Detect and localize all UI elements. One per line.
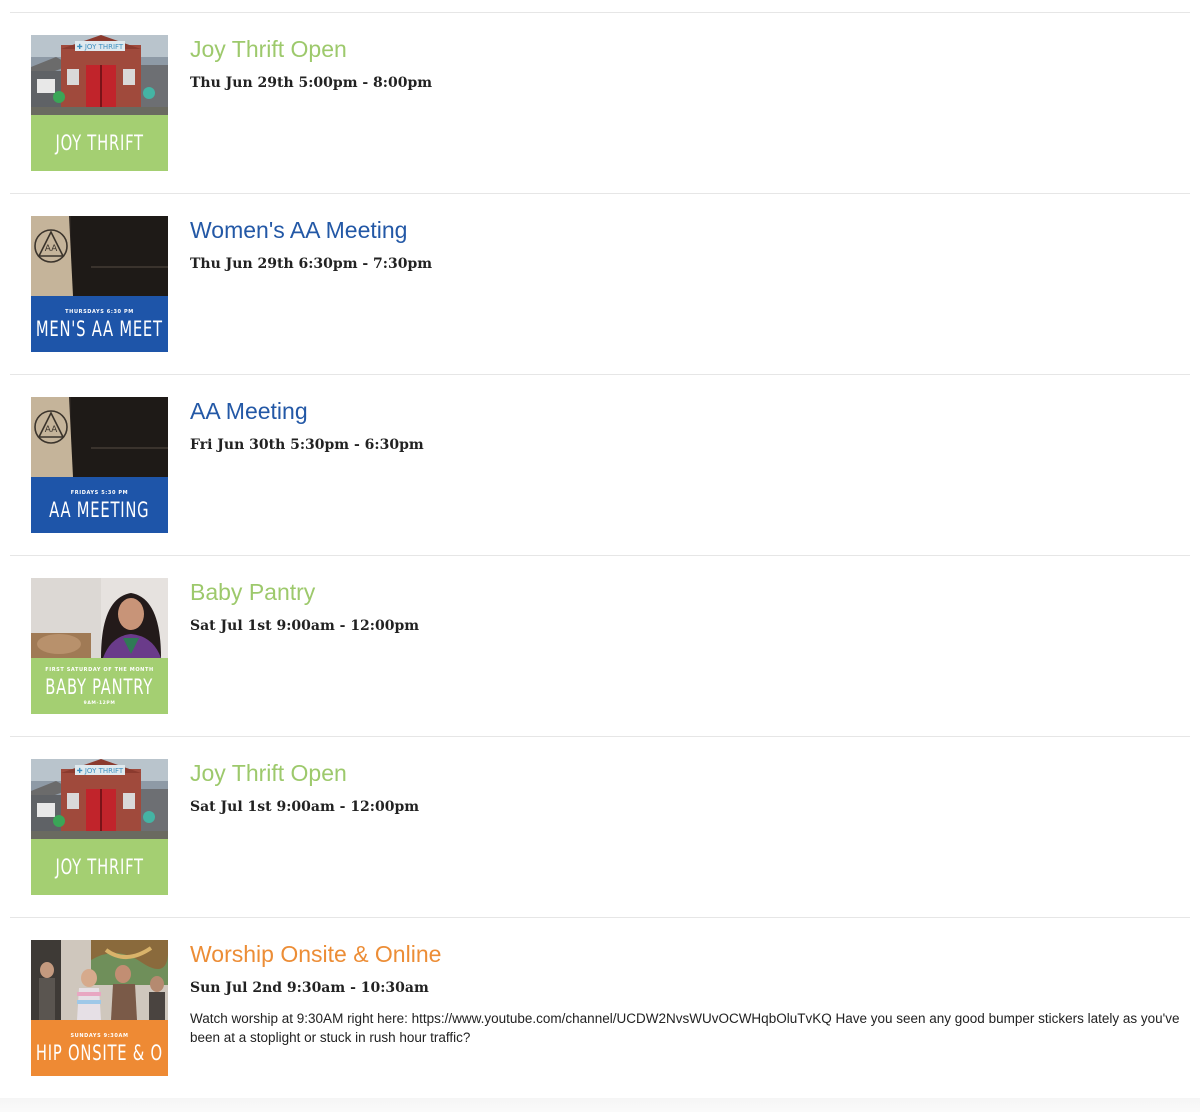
- thumbnail-banner-text: JOY THRIFT: [55, 131, 144, 155]
- event-title-link[interactable]: AA Meeting: [190, 397, 308, 425]
- thumbnail-banner-text: JOY THRIFT: [55, 855, 144, 879]
- church-building-photo: ✚ JOY THRIFT: [31, 759, 168, 839]
- svg-text:AA: AA: [45, 425, 58, 435]
- event-item: FIRST SATURDAY OF THE MONTH BABY PANTRY …: [10, 556, 1190, 737]
- event-title-link[interactable]: Worship Onsite & Online: [190, 940, 441, 968]
- event-thumbnail[interactable]: SUNDAYS 9:30AM HIP ONSITE & O: [31, 940, 168, 1076]
- thumbnail-banner-text: AA MEETING: [49, 497, 150, 522]
- thumbnail-banner: FIRST SATURDAY OF THE MONTH BABY PANTRY …: [31, 658, 168, 714]
- event-title-link[interactable]: Women's AA Meeting: [190, 216, 407, 244]
- event-datetime: Sat Jul 1st 9:00am - 12:00pm: [190, 618, 420, 634]
- thumbnail-banner: SUNDAYS 9:30AM HIP ONSITE & O: [31, 1020, 168, 1076]
- thumbnail-banner-subtext: FIRST SATURDAY OF THE MONTH: [45, 666, 154, 673]
- worship-singers-photo: [31, 940, 168, 1020]
- event-datetime: Sat Jul 1st 9:00am - 12:00pm: [190, 799, 420, 815]
- event-datetime: Fri Jun 30th 5:30pm - 6:30pm: [190, 437, 424, 453]
- thumbnail-banner: JOY THRIFT: [31, 115, 168, 171]
- thumbnail-banner-subtext: FRIDAYS 5:30 PM: [70, 489, 129, 496]
- event-datetime: Thu Jun 29th 6:30pm - 7:30pm: [190, 256, 433, 272]
- svg-text:AA: AA: [45, 244, 58, 254]
- thumbnail-banner-text: MEN'S AA MEET: [36, 316, 163, 341]
- thumbnail-banner: JOY THRIFT: [31, 839, 168, 895]
- event-thumbnail[interactable]: ✚ JOY THRIFT JOY THRIFT: [31, 35, 168, 171]
- event-item: ✚ JOY THRIFT JOY THRIFT Joy Thrift Open …: [10, 737, 1190, 918]
- thumbnail-banner-subtext: SUNDAYS 9:30AM: [70, 1032, 129, 1039]
- event-item: AA FRIDAYS 5:30 PM AA MEETING AA Meeting…: [10, 375, 1190, 556]
- event-title-link[interactable]: Joy Thrift Open: [190, 759, 347, 787]
- svg-text:✚ JOY THRIFT: ✚ JOY THRIFT: [77, 43, 124, 51]
- event-item: SUNDAYS 9:30AM HIP ONSITE & O Worship On…: [10, 918, 1190, 1101]
- event-thumbnail[interactable]: AA THURSDAYS 6:30 PM MEN'S AA MEET: [31, 216, 168, 352]
- page-footer-edge: [0, 1098, 1200, 1112]
- event-thumbnail[interactable]: AA FRIDAYS 5:30 PM AA MEETING: [31, 397, 168, 533]
- event-thumbnail[interactable]: FIRST SATURDAY OF THE MONTH BABY PANTRY …: [31, 578, 168, 714]
- thumbnail-banner-text: BABY PANTRY: [45, 674, 154, 699]
- event-title-link[interactable]: Joy Thrift Open: [190, 35, 347, 63]
- svg-text:✚ JOY THRIFT: ✚ JOY THRIFT: [77, 767, 124, 775]
- event-list: ✚ JOY THRIFT JOY THRIFT Joy Thrift Open …: [10, 12, 1190, 1101]
- event-thumbnail[interactable]: ✚ JOY THRIFT JOY THRIFT: [31, 759, 168, 895]
- church-building-photo: ✚ JOY THRIFT: [31, 35, 168, 115]
- woman-portrait-photo: [31, 578, 168, 658]
- event-description: Watch worship at 9:30AM right here: http…: [190, 1011, 1180, 1045]
- thumbnail-banner: THURSDAYS 6:30 PM MEN'S AA MEET: [31, 296, 168, 352]
- event-title-link[interactable]: Baby Pantry: [190, 578, 315, 606]
- event-item: AA THURSDAYS 6:30 PM MEN'S AA MEET Women…: [10, 194, 1190, 375]
- thumbnail-banner-subtext: THURSDAYS 6:30 PM: [65, 308, 134, 315]
- thumbnail-banner-time: 9AM-12PM: [83, 700, 116, 706]
- aa-sign-photo: AA: [31, 397, 168, 477]
- aa-sign-photo: AA: [31, 216, 168, 296]
- event-datetime: Sun Jul 2nd 9:30am - 10:30am: [190, 980, 429, 996]
- thumbnail-banner-text: HIP ONSITE & O: [36, 1040, 163, 1065]
- thumbnail-banner: FRIDAYS 5:30 PM AA MEETING: [31, 477, 168, 533]
- event-datetime: Thu Jun 29th 5:00pm - 8:00pm: [190, 75, 433, 91]
- event-item: ✚ JOY THRIFT JOY THRIFT Joy Thrift Open …: [10, 13, 1190, 194]
